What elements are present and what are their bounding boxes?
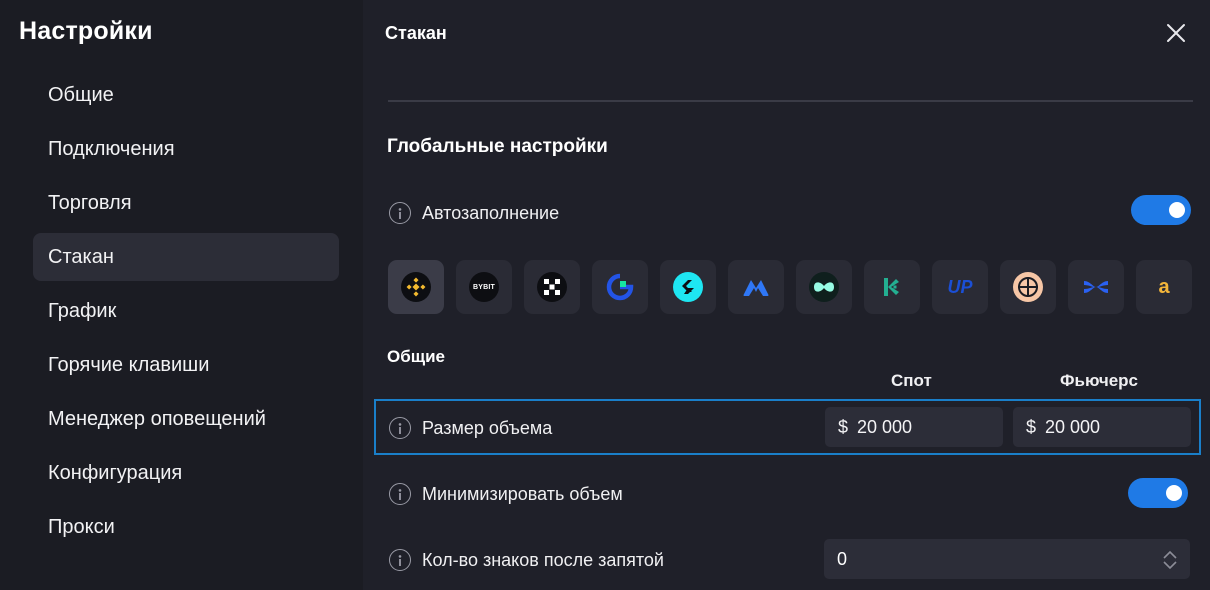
exchange-kucoin-button[interactable]: [864, 260, 920, 314]
exchange-upbit-button[interactable]: UP: [932, 260, 988, 314]
sidebar-item-trading[interactable]: Торговля: [33, 179, 339, 227]
sidebar-item-label: Конфигурация: [48, 461, 183, 484]
sidebar-item-label: Торговля: [48, 191, 132, 214]
sidebar-item-label: Подключения: [48, 137, 175, 160]
sidebar-item-orderbook[interactable]: Стакан: [33, 233, 339, 281]
gate-icon: [605, 272, 635, 302]
settings-nav: Общие Подключения Торговля Стакан График…: [33, 71, 339, 557]
exchange-gate-button[interactable]: [592, 260, 648, 314]
sidebar-item-label: Общие: [48, 83, 114, 106]
sidebar-item-label: Стакан: [48, 245, 114, 268]
sidebar-item-connections[interactable]: Подключения: [33, 125, 339, 173]
settings-sidebar: Настройки Общие Подключения Торговля Ста…: [0, 0, 363, 590]
sidebar-item-proxy[interactable]: Прокси: [33, 503, 339, 551]
volume-size-label-row: Размер объема: [389, 417, 552, 439]
sidebar-item-label: Менеджер оповещений: [48, 407, 266, 430]
minimize-volume-toggle[interactable]: [1128, 478, 1188, 508]
sidebar-item-configuration[interactable]: Конфигурация: [33, 449, 339, 497]
global-settings-heading: Глобальные настройки: [387, 136, 608, 157]
exchange-bitget-button[interactable]: [660, 260, 716, 314]
panel-title: Стакан: [385, 23, 447, 43]
bingx-crosshair-icon: [1013, 272, 1043, 302]
exchange-crosshair-button[interactable]: [1000, 260, 1056, 314]
general-subsection-heading: Общие: [387, 347, 445, 366]
exchange-binance-button[interactable]: [388, 260, 444, 314]
toggle-knob: [1169, 202, 1185, 218]
upbit-icon: UP: [945, 272, 975, 302]
autofill-toggle[interactable]: [1131, 195, 1191, 225]
info-icon[interactable]: [389, 483, 411, 505]
exchange-aster-button[interactable]: a: [1136, 260, 1192, 314]
spot-column-header: Спот: [891, 371, 932, 390]
decimals-row: Кол-во знаков после запятой: [389, 549, 664, 571]
spot-volume-input[interactable]: $ 20 000: [825, 407, 1003, 447]
bybit-icon: BYBIT: [469, 272, 499, 302]
volume-size-label: Размер объема: [422, 417, 553, 438]
bitget-icon: [673, 272, 703, 302]
sidebar-item-alerts[interactable]: Менеджер оповещений: [33, 395, 339, 443]
mexc-icon: [741, 272, 771, 302]
kucoin-icon: [877, 272, 907, 302]
minimize-volume-label: Минимизировать объем: [422, 483, 623, 504]
toggle-knob: [1166, 485, 1182, 501]
info-icon[interactable]: [389, 202, 411, 224]
exchange-okx-button[interactable]: [524, 260, 580, 314]
currency-symbol: $: [1026, 416, 1037, 437]
sidebar-item-label: Прокси: [48, 515, 115, 538]
exchange-selector: BYBIT UP a: [388, 260, 1192, 314]
exchange-bingx-button[interactable]: [1068, 260, 1124, 314]
sidebar-item-hotkeys[interactable]: Горячие клавиши: [33, 341, 339, 389]
binance-icon: [401, 272, 431, 302]
bingx-icon: [1081, 272, 1111, 302]
decimals-value: 0: [837, 548, 848, 569]
stepper-arrows-icon[interactable]: [1162, 549, 1178, 571]
currency-symbol: $: [838, 416, 849, 437]
info-icon[interactable]: [389, 549, 411, 571]
upbit-logo-text: UP: [947, 276, 973, 297]
hyperliquid-icon: [809, 272, 839, 302]
okx-icon: [537, 272, 567, 302]
decimals-label: Кол-во знаков после запятой: [422, 549, 664, 570]
divider: [388, 100, 1193, 102]
exchange-mexc-button[interactable]: [728, 260, 784, 314]
close-button[interactable]: [1163, 20, 1189, 46]
exchange-bybit-button[interactable]: BYBIT: [456, 260, 512, 314]
settings-panel: Стакан Глобальные настройки Автозаполнен…: [363, 0, 1210, 590]
aster-icon: a: [1149, 272, 1179, 302]
sidebar-item-chart[interactable]: График: [33, 287, 339, 335]
sidebar-item-label: Горячие клавиши: [48, 353, 210, 376]
minimize-volume-row: Минимизировать объем: [389, 483, 623, 505]
autofill-label: Автозаполнение: [422, 202, 560, 223]
sidebar-item-general[interactable]: Общие: [33, 71, 339, 119]
decimals-input[interactable]: 0: [824, 539, 1190, 579]
bybit-logo-text: BYBIT: [473, 283, 495, 291]
exchange-hyperliquid-button[interactable]: [796, 260, 852, 314]
close-icon: [1167, 24, 1185, 42]
aster-logo-text: a: [1158, 275, 1170, 298]
spot-volume-value: 20 000: [857, 416, 913, 437]
sidebar-title: Настройки: [19, 17, 153, 45]
sidebar-item-label: График: [48, 299, 117, 322]
futures-column-header: Фьючерс: [1060, 371, 1138, 390]
info-icon[interactable]: [389, 417, 411, 439]
futures-volume-value: 20 000: [1045, 416, 1101, 437]
autofill-row: Автозаполнение: [389, 202, 559, 224]
futures-volume-input[interactable]: $ 20 000: [1013, 407, 1191, 447]
